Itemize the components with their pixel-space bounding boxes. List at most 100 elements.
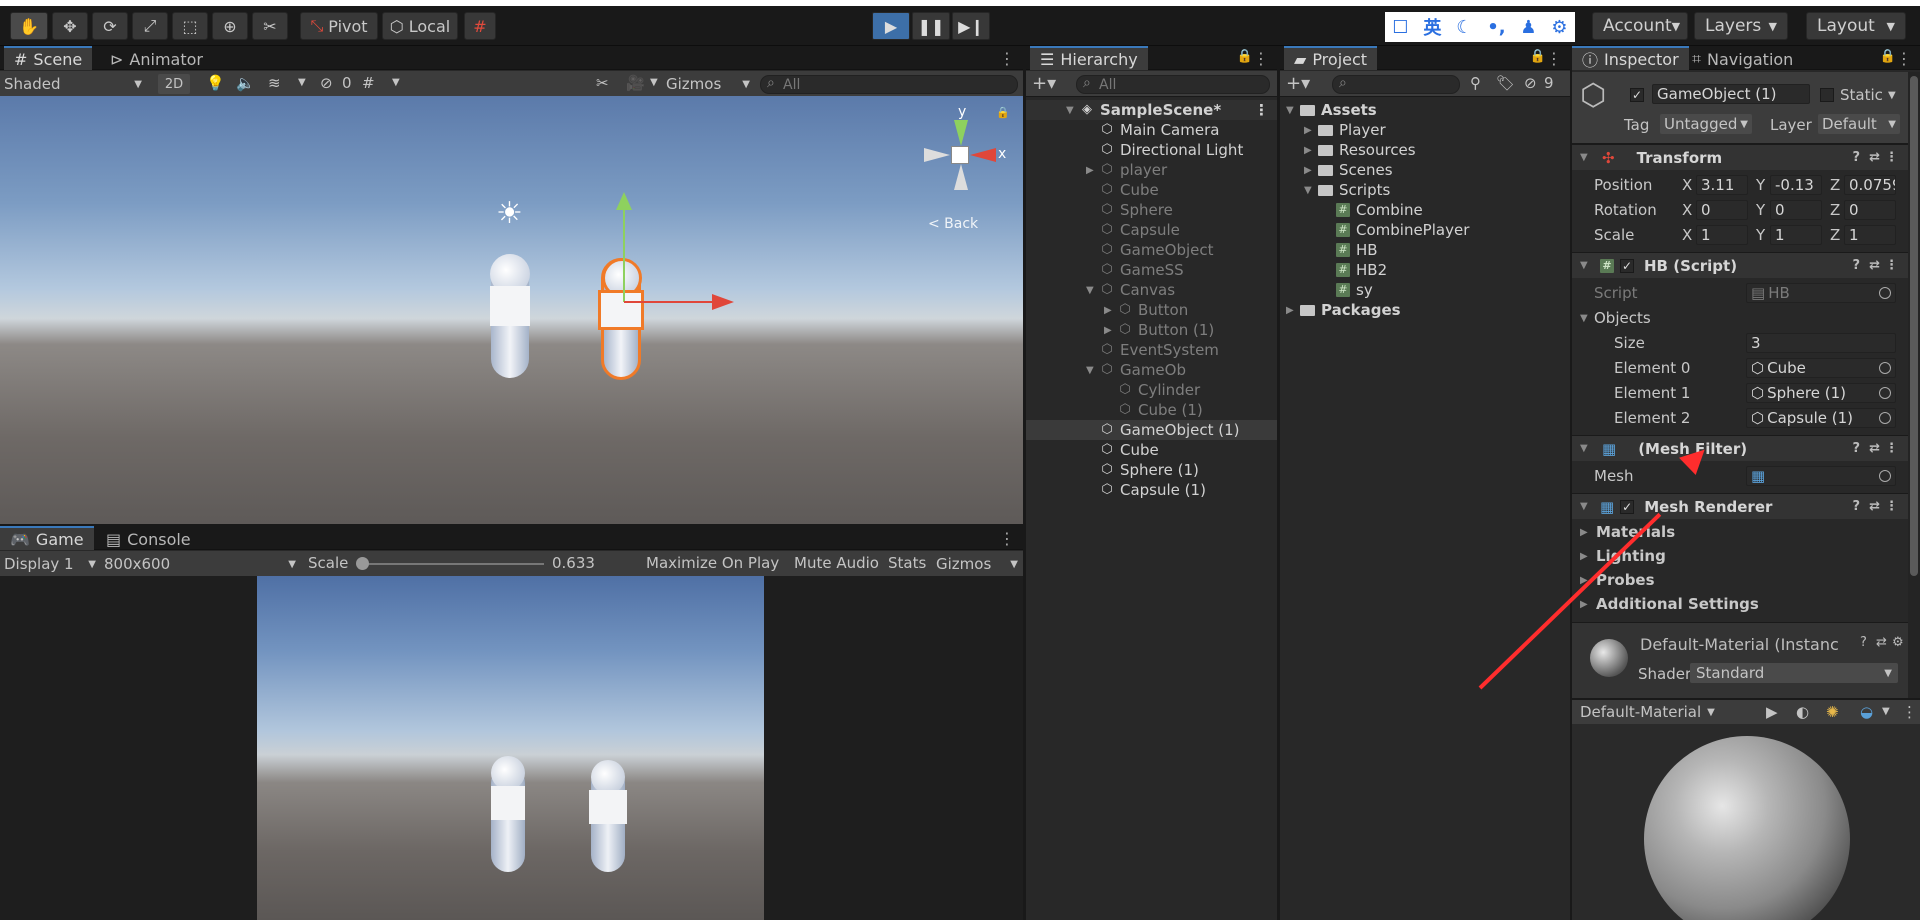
x-axis-handle[interactable]	[624, 301, 716, 303]
settings-gear-icon[interactable]: ⚙	[1551, 17, 1567, 38]
preset-icon[interactable]: ⇄	[1869, 150, 1880, 165]
rotate-tool-button[interactable]: ⟳	[92, 12, 128, 40]
tree-item-capsule-1[interactable]: ⬡ Capsule (1)	[1026, 480, 1277, 500]
tag-dropdown[interactable]: Untagged ▼	[1660, 114, 1752, 134]
collapse-arrow-icon[interactable]: ▼	[1580, 443, 1594, 454]
move-tool-button[interactable]: ✥	[52, 12, 88, 40]
scrollbar-thumb[interactable]	[1910, 76, 1918, 576]
kebab-menu-icon[interactable]: ⋮	[1885, 150, 1898, 165]
folder-scenes[interactable]: ▶ Scenes	[1304, 160, 1393, 180]
rotation-y-field[interactable]: 0	[1770, 200, 1822, 220]
stats-toggle[interactable]: Stats	[888, 554, 926, 572]
tree-item-eventsystem[interactable]: ⬡ EventSystem	[1026, 340, 1277, 360]
mesh-filter-header[interactable]: ▼ ▦ (Mesh Filter) ? ⇄ ⋮	[1572, 435, 1908, 461]
y-arrow-icon[interactable]	[616, 192, 632, 210]
grid-snap-button[interactable]: #	[464, 12, 496, 40]
element-1-field[interactable]: ⬡ Sphere (1)	[1746, 383, 1896, 403]
toggle-2d-button[interactable]: 2D	[158, 74, 190, 94]
gizmo-y-cone[interactable]	[954, 120, 968, 146]
scene-search-input[interactable]: All	[760, 75, 1018, 94]
scene-root-row[interactable]: ▼ ◈ SampleScene* ⋮	[1026, 100, 1277, 120]
position-z-field[interactable]: 0.0759	[1844, 175, 1896, 195]
gizmos-dropdown[interactable]: Gizmos ▼	[666, 74, 750, 94]
kebab-menu-icon[interactable]: ⋮	[1254, 101, 1269, 119]
create-asset-button[interactable]: +▾	[1286, 73, 1310, 94]
resolution-dropdown[interactable]: 800x600 ▼	[104, 554, 296, 574]
lock-icon[interactable]: 🔒	[1530, 49, 1546, 64]
preview-light-icon[interactable]: ✺	[1826, 703, 1839, 721]
lock-icon[interactable]: 🔒	[1880, 49, 1896, 64]
scale-slider-track[interactable]	[360, 563, 544, 565]
objects-foldout[interactable]: ▼ Objects	[1572, 307, 1908, 329]
tree-item-main-camera[interactable]: ⬡ Main Camera	[1026, 120, 1277, 140]
orientation-gizmo[interactable]: y x	[918, 104, 1006, 200]
x-arrow-icon[interactable]	[712, 294, 734, 310]
kebab-menu-icon[interactable]: ⋮	[999, 49, 1015, 68]
gizmo-back-label[interactable]: < Back	[928, 216, 978, 232]
expand-arrow-icon[interactable]: ▶	[1580, 551, 1594, 562]
step-button[interactable]: ▶❙	[952, 12, 990, 40]
kebab-menu-icon[interactable]: ⋮	[999, 529, 1015, 548]
transform-header[interactable]: ▼ ✣ Transform ? ⇄ ⋮	[1572, 144, 1908, 170]
tree-item-cube[interactable]: ⬡ Cube	[1026, 180, 1277, 200]
object-picker-icon[interactable]	[1879, 412, 1891, 424]
tab-navigation[interactable]: ⌗ Navigation	[1682, 46, 1803, 70]
scale-z-field[interactable]: 1	[1844, 225, 1896, 245]
static-checkbox[interactable]	[1820, 88, 1834, 102]
tools-icon[interactable]: ✂	[596, 74, 609, 92]
preview-sphere-icon[interactable]: ◐	[1796, 703, 1809, 721]
folder-player[interactable]: ▶ Player	[1304, 120, 1386, 140]
expand-arrow-icon[interactable]: ▶	[1286, 305, 1300, 316]
hierarchy-search-input[interactable]: All	[1076, 75, 1270, 94]
help-icon[interactable]: ?	[1852, 499, 1860, 514]
tab-scene[interactable]: # Scene	[4, 46, 93, 70]
rect-tool-button[interactable]: ⬚	[172, 12, 208, 40]
chevron-down-icon[interactable]: ▼	[1882, 706, 1890, 717]
tab-game[interactable]: 🎮 Game	[0, 526, 94, 550]
element-2-field[interactable]: ⬡ Capsule (1)	[1746, 408, 1896, 428]
kebab-menu-icon[interactable]: ⋮	[1546, 49, 1562, 68]
tab-animator[interactable]: ⊳ Animator	[100, 46, 213, 70]
local-toggle[interactable]: ⬡ Local	[382, 12, 458, 40]
visibility-icon[interactable]: ⊘	[320, 74, 333, 92]
transform-tool-button[interactable]: ⊕	[212, 12, 248, 40]
effects-icon[interactable]: ≋	[268, 74, 281, 92]
position-x-field[interactable]: 3.11	[1696, 175, 1748, 195]
chevron-down-icon[interactable]: ▼	[650, 77, 658, 88]
position-y-field[interactable]: -0.13	[1770, 175, 1822, 195]
tab-project[interactable]: ▰ Project	[1284, 46, 1378, 70]
expand-arrow-icon[interactable]: ▼	[1286, 105, 1300, 116]
expand-arrow-icon[interactable]: ▶	[1104, 305, 1118, 316]
preset-icon[interactable]: ⇄	[1869, 258, 1880, 273]
tree-item-gamess[interactable]: ⬡ GameSS	[1026, 260, 1277, 280]
collapse-arrow-icon[interactable]: ▼	[1580, 313, 1594, 324]
kebab-menu-icon[interactable]: ⋮	[1902, 703, 1917, 721]
kebab-menu-icon[interactable]: ⋮	[1885, 499, 1898, 514]
y-axis-handle[interactable]	[623, 206, 625, 302]
gizmo-x-cone[interactable]	[970, 148, 996, 162]
tree-item-button[interactable]: ▶ ⬡ Button	[1026, 300, 1277, 320]
custom-tool-button[interactable]: ✂	[252, 12, 288, 40]
audio-icon[interactable]: 🔈	[236, 74, 255, 92]
object-picker-icon[interactable]	[1879, 470, 1891, 482]
preset-icon[interactable]: ⇄	[1869, 499, 1880, 514]
tree-item-cylinder[interactable]: ⬡ Cylinder	[1026, 380, 1277, 400]
punct-icon[interactable]: •,	[1487, 17, 1505, 38]
kebab-menu-icon[interactable]: ⋮	[1885, 441, 1898, 456]
expand-arrow-icon[interactable]: ▶	[1580, 599, 1594, 610]
collapse-arrow-icon[interactable]: ▼	[1580, 260, 1594, 271]
shading-dropdown[interactable]: Shaded ▼	[4, 74, 148, 94]
scale-slider-thumb[interactable]	[356, 557, 369, 570]
expand-arrow-icon[interactable]: ▼	[1066, 105, 1080, 116]
moon-icon[interactable]: ☾	[1456, 17, 1472, 38]
tree-item-canvas[interactable]: ▼ ⬡ Canvas	[1026, 280, 1277, 300]
gizmo-neg-y-cone[interactable]	[954, 164, 968, 190]
script-combineplayer[interactable]: # CombinePlayer	[1336, 220, 1469, 240]
tree-item-button-1[interactable]: ▶ ⬡ Button (1)	[1026, 320, 1277, 340]
preview-shape-icon[interactable]: ◒	[1860, 703, 1873, 721]
mesh-renderer-header[interactable]: ▼ ▦ ✓ Mesh Renderer ? ⇄ ⋮	[1572, 493, 1908, 519]
tab-console[interactable]: ▤ Console	[96, 526, 201, 550]
filter-label-icon[interactable]: 🏷	[1496, 74, 1515, 92]
mesh-field[interactable]: ▦	[1746, 466, 1896, 486]
tree-item-sphere-1[interactable]: ⬡ Sphere (1)	[1026, 460, 1277, 480]
